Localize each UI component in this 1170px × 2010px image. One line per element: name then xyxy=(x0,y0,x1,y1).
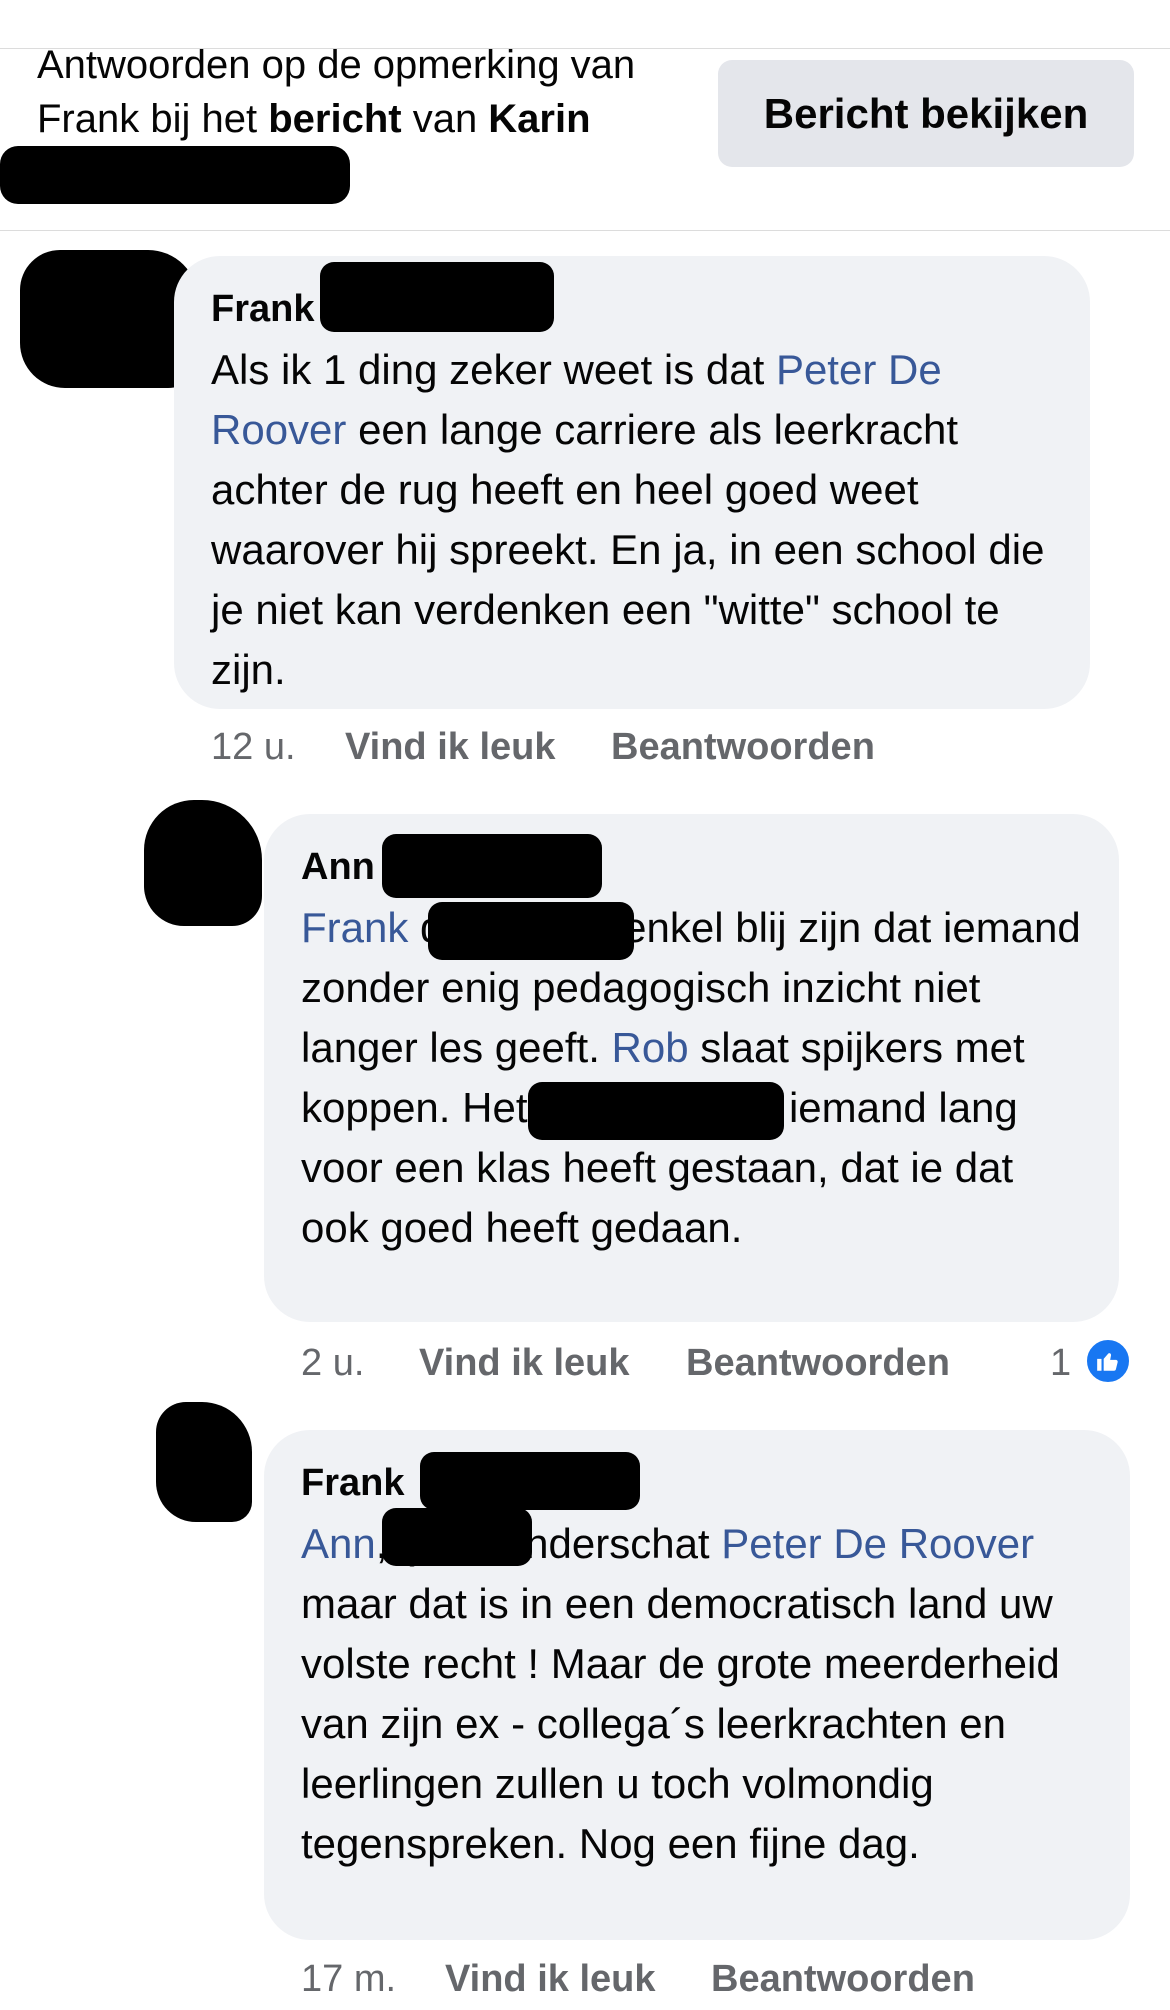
comment-actions: 17 m. Vind ik leuk Beantwoorden xyxy=(301,1956,975,2002)
avatar[interactable] xyxy=(156,1402,252,1522)
header-post-link[interactable]: bericht xyxy=(268,97,401,141)
header-text-part: Frank bij het xyxy=(37,97,269,141)
header-text-part: van xyxy=(401,97,489,141)
comment-text-part: Als ik 1 ding zeker weet is dat xyxy=(211,346,776,393)
like-button[interactable]: Vind ik leuk xyxy=(419,1340,686,1386)
comment-text: Als ik 1 ding zeker weet is dat Peter De… xyxy=(211,340,1054,700)
comment-bubble[interactable]: Frank Ann, tja, u onderschat Peter De Ro… xyxy=(264,1430,1130,1940)
comment-bubble[interactable]: Frank Als ik 1 ding zeker weet is dat Pe… xyxy=(174,256,1090,709)
comment-actions: 12 u. Vind ik leuk Beantwoorden xyxy=(211,724,875,770)
avatar[interactable] xyxy=(20,250,198,388)
mention-link[interactable]: Ann xyxy=(301,1520,376,1567)
like-button[interactable]: Vind ik leuk xyxy=(445,1956,711,2002)
redaction xyxy=(420,1452,640,1510)
mention-link[interactable]: Frank xyxy=(301,904,408,951)
comment-text: Ann, tja, u onderschat Peter De Roover m… xyxy=(301,1514,1094,1874)
header-divider xyxy=(0,230,1170,231)
redaction xyxy=(0,146,350,204)
like-button[interactable]: Vind ik leuk xyxy=(345,724,611,770)
thumbs-up-glyph xyxy=(1097,1353,1118,1371)
redaction xyxy=(382,1508,532,1566)
comment-text-part: maar dat is in een democratisch land uw … xyxy=(301,1580,1060,1867)
reply-button[interactable]: Beantwoorden xyxy=(686,1340,950,1386)
comment-text: Frank dan kan ik enkel blij zijn dat iem… xyxy=(301,898,1083,1258)
reply-button[interactable]: Beantwoorden xyxy=(711,1956,975,2002)
comment-actions: 2 u. Vind ik leuk Beantwoorden xyxy=(301,1340,950,1386)
header-line-1: Antwoorden op de opmerking van xyxy=(37,43,636,87)
avatar[interactable] xyxy=(144,800,262,926)
reply-button[interactable]: Beantwoorden xyxy=(611,724,875,770)
comment-time: 12 u. xyxy=(211,726,296,768)
redaction xyxy=(382,834,602,898)
thumbs-up-icon[interactable] xyxy=(1084,1337,1132,1385)
view-post-button[interactable]: Bericht bekijken xyxy=(718,60,1134,167)
redaction xyxy=(528,1082,784,1140)
reaction-count[interactable]: 1 xyxy=(1050,1342,1071,1385)
header-author-name[interactable]: Karin xyxy=(488,97,590,141)
comment-time: 17 m. xyxy=(301,1958,397,2000)
comment-time: 2 u. xyxy=(301,1342,365,1384)
header-line-2: Frank bij het bericht van Karin xyxy=(37,92,697,146)
redaction xyxy=(428,902,634,960)
mention-link[interactable]: Rob xyxy=(612,1024,689,1071)
redaction xyxy=(320,262,554,332)
mention-link[interactable]: Peter De Roover xyxy=(721,1520,1034,1567)
